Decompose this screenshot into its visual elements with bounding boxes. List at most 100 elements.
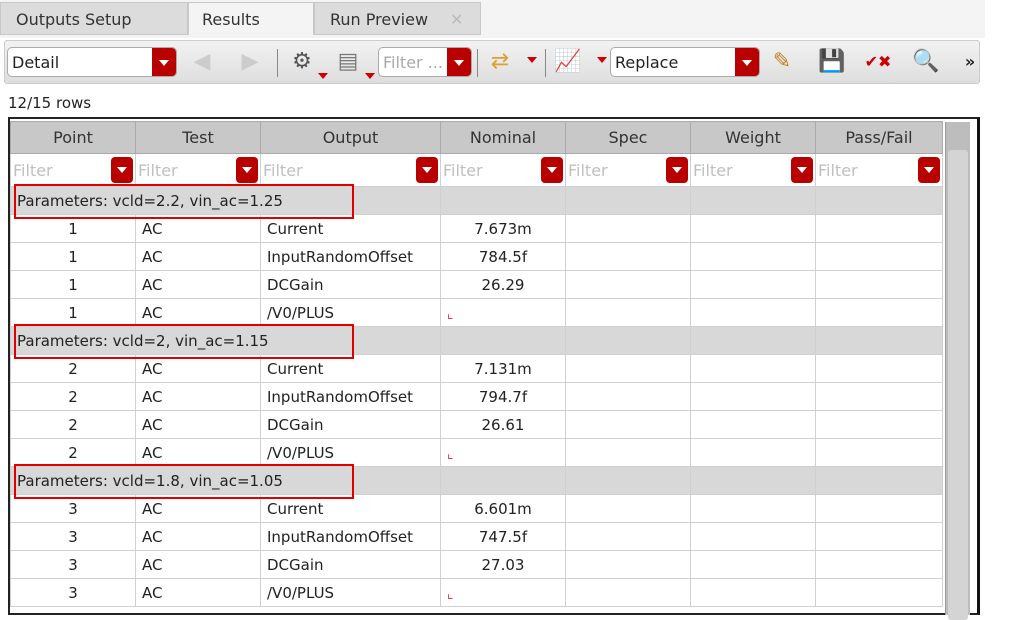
gear-icon[interactable]: ⚙ [287, 47, 317, 77]
nominal-cell: 7.131m [440, 354, 566, 383]
test-cell: AC [135, 550, 261, 579]
nominal-cell: 747.5f [440, 522, 566, 551]
save-icon[interactable]: 💾 [817, 47, 847, 77]
annotate-icon[interactable]: ✎ [767, 47, 797, 77]
highlight-box [14, 324, 354, 359]
close-icon[interactable]: ✕ [450, 10, 463, 29]
plot-icon[interactable]: 📈 [553, 47, 583, 77]
tab-results[interactable]: Results [188, 2, 314, 35]
point-cell: 3 [10, 550, 136, 579]
tab-run-preview[interactable]: Run Preview ✕ [314, 2, 481, 35]
view-select[interactable]: Detail [7, 47, 177, 77]
output-cell: /V0/PLUS [260, 438, 441, 467]
column-header-nominal[interactable]: Nominal [440, 121, 566, 154]
column-filter[interactable]: Filter [440, 153, 566, 187]
chevron-down-icon[interactable] [447, 48, 471, 76]
table-row[interactable]: 2 AC DCGain 26.61 [10, 410, 943, 439]
waveform-icon[interactable]: ⌞ [447, 306, 454, 322]
nominal-cell: 784.5f [440, 242, 566, 271]
filter-row: Filter Filter Filter Filter Filter Filter Filt… [10, 153, 943, 187]
back-icon[interactable]: ◀ [187, 47, 217, 77]
chevron-down-icon[interactable] [111, 157, 133, 183]
chevron-down-icon[interactable] [152, 48, 176, 76]
table-row[interactable]: 1 AC InputRandomOffset 784.5f [10, 242, 943, 271]
column-header-test[interactable]: Test [135, 121, 261, 154]
test-cell: AC [135, 578, 261, 607]
column-filter[interactable]: Filter [690, 153, 816, 187]
separator [277, 49, 278, 77]
table-row[interactable]: 3 AC InputRandomOffset 747.5f [10, 522, 943, 551]
chevron-down-icon[interactable] [918, 157, 940, 183]
column-header-weight[interactable]: Weight [690, 121, 816, 154]
chevron-down-icon[interactable] [416, 157, 438, 183]
table-row[interactable]: 2 AC/V0/PLUS ⌞ [10, 438, 943, 467]
column-header-point[interactable]: Point [10, 121, 136, 154]
test-cell: AC [135, 242, 261, 271]
column-header-output[interactable]: Output [260, 121, 441, 154]
dropdown-arrow-icon[interactable] [365, 73, 375, 84]
plot-mode-value: Replace [615, 53, 679, 72]
point-cell: 3 [10, 522, 136, 551]
chevron-down-icon[interactable] [735, 48, 759, 76]
nominal-cell: 26.61 [440, 410, 566, 439]
vertical-scrollbar[interactable] [945, 122, 970, 620]
table-row[interactable]: 3 AC DCGain 27.03 [10, 550, 943, 579]
plot-cell[interactable]: ⌞ [440, 578, 566, 607]
column-filter[interactable]: Filter [260, 153, 441, 187]
filter-placeholder: Filter [568, 160, 608, 180]
toolbar: Detail ◀ ▶ ⚙ ▤ Filter ... ⇄ 📈 Replace ✎ … [4, 40, 980, 84]
output-cell: InputRandomOffset [260, 242, 441, 271]
chevron-down-icon[interactable] [791, 157, 813, 183]
test-cell: AC [135, 438, 261, 467]
tab-label: Run Preview [330, 10, 429, 29]
nominal-cell: 794.7f [440, 382, 566, 411]
chevron-down-icon[interactable] [541, 157, 563, 183]
header-row: Point Test Output Nominal Spec Weight Pass/Fai… [10, 121, 943, 154]
column-filter[interactable]: Filter [815, 153, 943, 187]
chevron-down-icon[interactable] [236, 157, 258, 183]
table-row[interactable]: 3 AC/V0/PLUS ⌞ [10, 578, 943, 607]
dropdown-arrow-icon[interactable] [597, 57, 607, 68]
test-cell: AC [135, 522, 261, 551]
column-filter[interactable]: Filter [10, 153, 136, 187]
column-header-spec[interactable]: Spec [565, 121, 691, 154]
table-row[interactable]: 1 AC/V0/PLUS ⌞ [10, 298, 943, 327]
results-table: Point Test Output Nominal Spec Weight Pass/Fai… [8, 117, 980, 615]
pass-fail-icon[interactable]: ✔✖ [863, 47, 893, 77]
output-cell: /V0/PLUS [260, 578, 441, 607]
nominal-cell: 27.03 [440, 550, 566, 579]
plot-cell[interactable]: ⌞ [440, 438, 566, 467]
plot-cell[interactable]: ⌞ [440, 298, 566, 327]
column-filter[interactable]: Filter [135, 153, 261, 187]
filter-placeholder: Filter [263, 160, 303, 180]
columns-icon[interactable]: ▤ [333, 47, 363, 77]
tab-label: Outputs Setup [16, 10, 132, 29]
compare-icon[interactable]: 🔍 [911, 47, 941, 77]
output-cell: InputRandomOffset [260, 382, 441, 411]
filter-placeholder: Filter [443, 160, 483, 180]
dropdown-arrow-icon[interactable] [527, 57, 537, 68]
waveform-icon[interactable]: ⌞ [447, 446, 454, 462]
dropdown-arrow-icon[interactable] [318, 73, 328, 84]
filter-placeholder: Filter ... [383, 53, 443, 72]
filter-placeholder: Filter [693, 160, 733, 180]
waveform-icon[interactable]: ⌞ [447, 586, 454, 602]
tab-label: Results [202, 10, 260, 29]
scrollbar-thumb[interactable] [948, 150, 968, 620]
table-row[interactable]: 1 AC DCGain 26.29 [10, 270, 943, 299]
overflow-icon[interactable]: » [955, 47, 985, 77]
tab-outputs-setup[interactable]: Outputs Setup [0, 2, 188, 35]
table-row[interactable]: 2 AC InputRandomOffset 794.7f [10, 382, 943, 411]
chevron-down-icon[interactable] [666, 157, 688, 183]
output-cell: DCGain [260, 410, 441, 439]
forward-icon[interactable]: ▶ [235, 47, 265, 77]
column-filter[interactable]: Filter [565, 153, 691, 187]
row-count: 12/15 rows [8, 94, 92, 112]
filter-input[interactable]: Filter ... [378, 47, 472, 77]
swap-icon[interactable]: ⇄ [485, 47, 515, 77]
column-header-pass-fail[interactable]: Pass/Fail [815, 121, 943, 154]
point-cell: 2 [10, 438, 136, 467]
plot-mode-select[interactable]: Replace [610, 47, 760, 77]
nominal-cell: 26.29 [440, 270, 566, 299]
point-cell: 1 [10, 242, 136, 271]
